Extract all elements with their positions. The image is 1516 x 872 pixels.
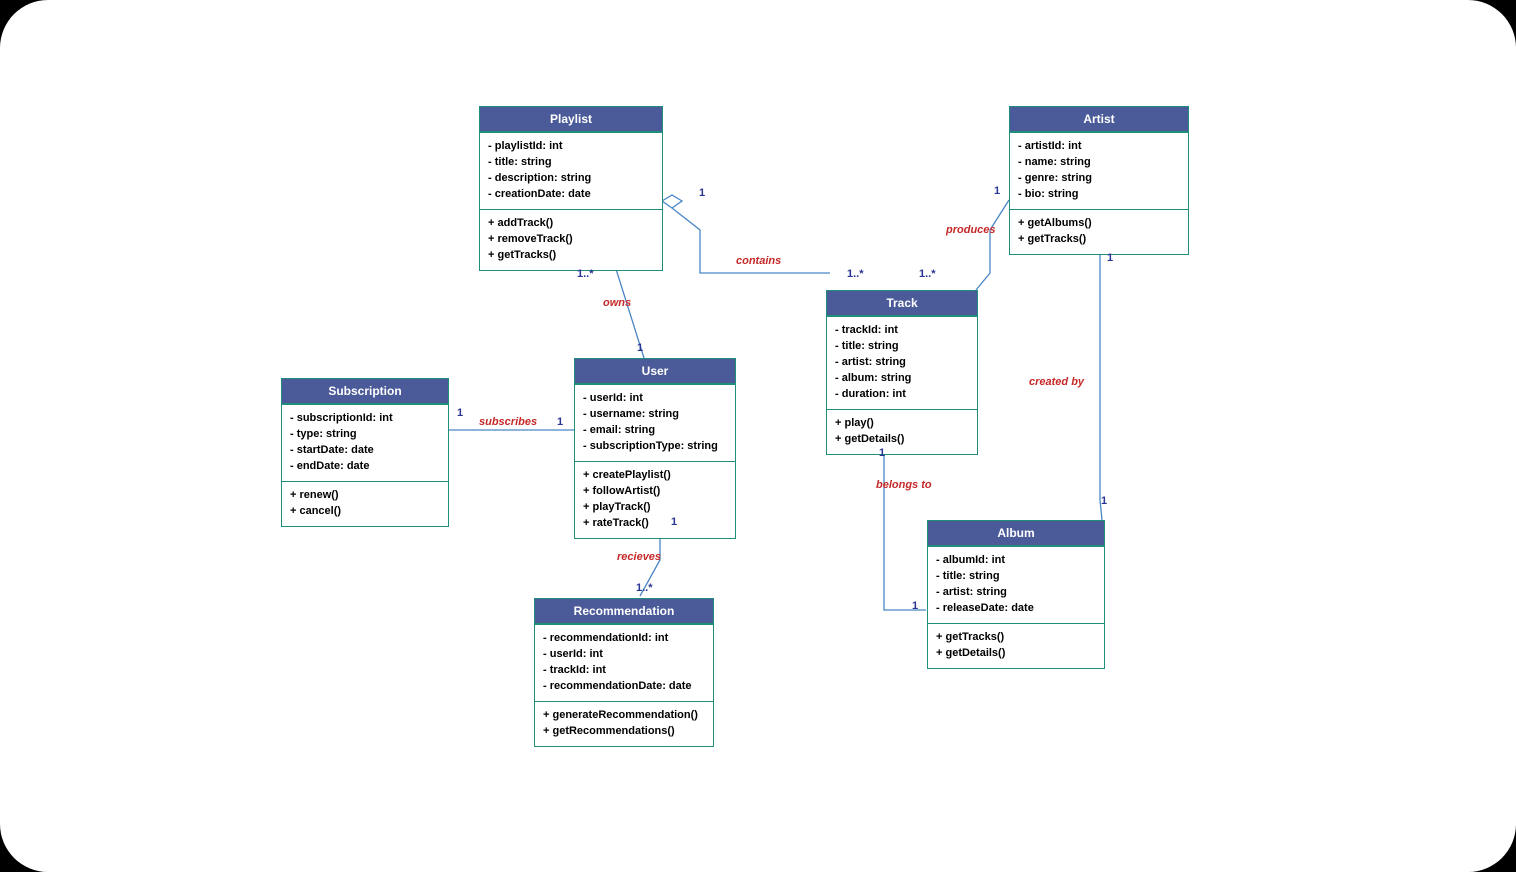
mult: 1..*	[636, 582, 653, 594]
class-title: Album	[928, 521, 1104, 546]
mult: 1	[879, 447, 885, 459]
class-operations: + play()+ getDetails()	[827, 409, 977, 454]
class-attributes: - playlistId: int- title: string- descri…	[480, 132, 662, 209]
class-title: Artist	[1010, 107, 1188, 132]
class-operations: + addTrack()+ removeTrack()+ getTracks()	[480, 209, 662, 270]
class-user: User - userId: int- username: string- em…	[574, 358, 736, 539]
class-operations: + getTracks()+ getDetails()	[928, 623, 1104, 668]
class-track: Track - trackId: int- title: string- art…	[826, 290, 978, 455]
class-album: Album - albumId: int- title: string- art…	[927, 520, 1105, 669]
class-attributes: - trackId: int- title: string- artist: s…	[827, 316, 977, 409]
class-attributes: - artistId: int- name: string- genre: st…	[1010, 132, 1188, 209]
mult: 1	[637, 342, 643, 354]
mult: 1	[671, 516, 677, 528]
class-title: Track	[827, 291, 977, 316]
class-playlist: Playlist - playlistId: int- title: strin…	[479, 106, 663, 271]
diagram-canvas: Playlist - playlistId: int- title: strin…	[0, 0, 1516, 872]
mult: 1	[557, 416, 563, 428]
rel-createdby: created by	[1029, 376, 1084, 388]
mult: 1	[1101, 495, 1107, 507]
class-title: Recommendation	[535, 599, 713, 624]
mult: 1	[912, 600, 918, 612]
mult: 1	[457, 407, 463, 419]
class-attributes: - userId: int- username: string- email: …	[575, 384, 735, 461]
mult: 1	[699, 187, 705, 199]
mult: 1	[994, 185, 1000, 197]
class-attributes: - albumId: int- title: string- artist: s…	[928, 546, 1104, 623]
class-recommendation: Recommendation - recommendationId: int- …	[534, 598, 714, 747]
class-operations: + generateRecommendation()+ getRecommend…	[535, 701, 713, 746]
mult: 1	[1107, 252, 1113, 264]
class-artist: Artist - artistId: int- name: string- ge…	[1009, 106, 1189, 255]
mult: 1..*	[577, 268, 594, 280]
mult: 1..*	[847, 268, 864, 280]
class-operations: + createPlaylist()+ followArtist()+ play…	[575, 461, 735, 538]
rel-recieves: recieves	[617, 551, 661, 563]
class-title: Playlist	[480, 107, 662, 132]
class-title: Subscription	[282, 379, 448, 404]
class-attributes: - subscriptionId: int- type: string- sta…	[282, 404, 448, 481]
class-title: User	[575, 359, 735, 384]
rel-contains: contains	[736, 255, 781, 267]
class-attributes: - recommendationId: int- userId: int- tr…	[535, 624, 713, 701]
rel-subscribes: subscribes	[479, 416, 537, 428]
class-subscription: Subscription - subscriptionId: int- type…	[281, 378, 449, 527]
rel-belongsto: belongs to	[876, 479, 932, 491]
rel-owns: owns	[603, 297, 631, 309]
class-operations: + renew()+ cancel()	[282, 481, 448, 526]
class-operations: + getAlbums()+ getTracks()	[1010, 209, 1188, 254]
connectors	[0, 0, 1516, 872]
rel-produces: produces	[946, 224, 996, 236]
mult: 1..*	[919, 268, 936, 280]
